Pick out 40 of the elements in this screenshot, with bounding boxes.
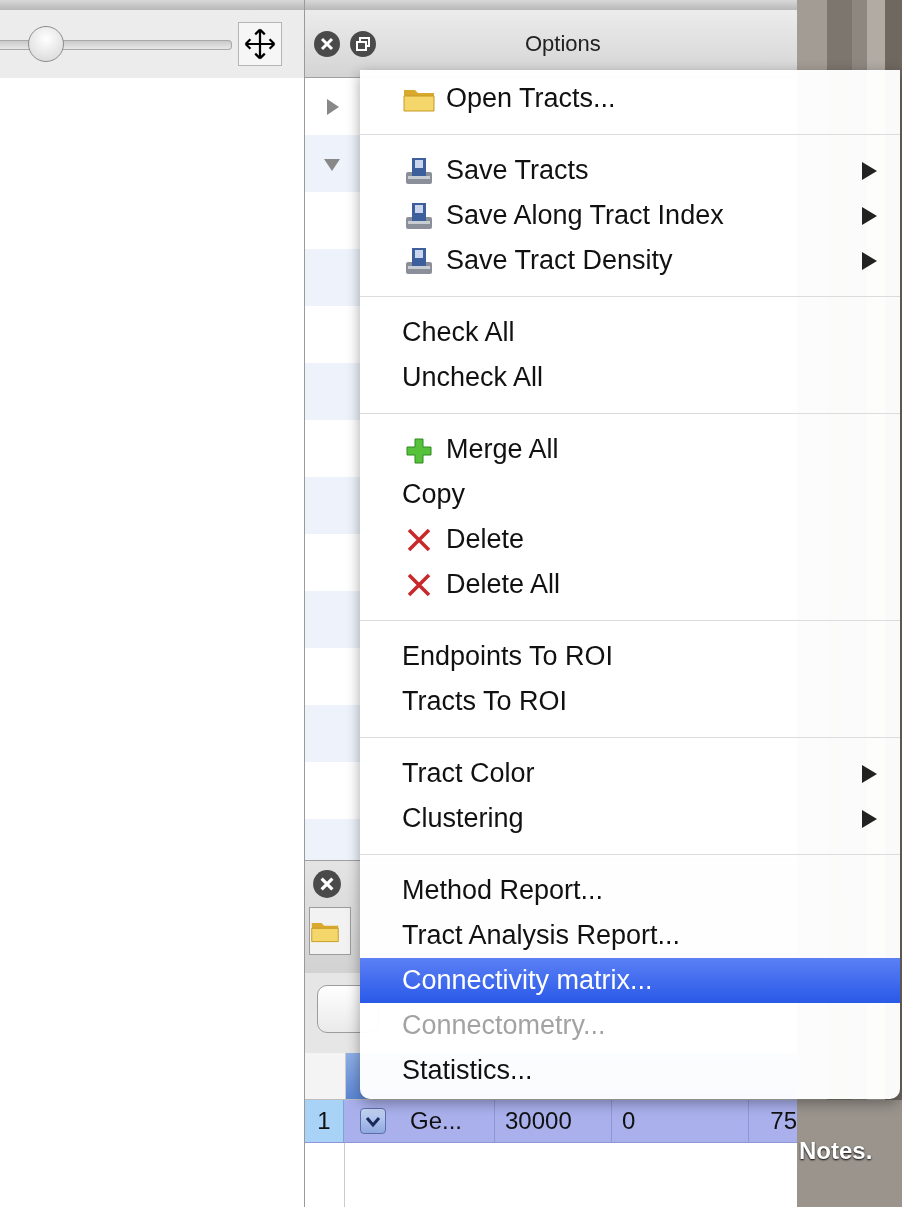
menu-item: Connectometry... bbox=[401, 1009, 607, 1042]
menu-item[interactable]: Merge All bbox=[360, 427, 900, 472]
slider-track[interactable] bbox=[0, 26, 232, 62]
close-icon[interactable] bbox=[312, 869, 342, 899]
menu-item[interactable]: Tract Color bbox=[360, 751, 900, 796]
table-cell-text: 75 bbox=[769, 1106, 797, 1136]
restore-icon[interactable] bbox=[349, 29, 377, 58]
menu-item[interactable]: Save Tract Density bbox=[360, 238, 900, 283]
submenu-arrow-icon bbox=[860, 808, 878, 829]
open-button[interactable] bbox=[309, 907, 351, 955]
menu-item[interactable]: Statistics... bbox=[360, 1048, 900, 1093]
menu-item[interactable]: Endpoints To ROI bbox=[360, 634, 900, 679]
menu-item[interactable]: Save Tracts bbox=[360, 148, 900, 193]
table-cell: 0 bbox=[612, 1100, 749, 1142]
slider-thumb[interactable] bbox=[28, 26, 65, 62]
move-icon bbox=[244, 28, 276, 60]
menu-item[interactable]: Save Along Tract Index bbox=[360, 193, 900, 238]
move-button[interactable] bbox=[238, 22, 282, 66]
table-cell: Ge... bbox=[406, 1100, 495, 1142]
menu-item[interactable]: Delete bbox=[360, 517, 900, 562]
panel-title: Options bbox=[525, 30, 601, 57]
table-row[interactable]: 1 Ge... 30000 0 75 bbox=[305, 1100, 797, 1143]
checkbox[interactable] bbox=[360, 1108, 386, 1134]
submenu-arrow-icon bbox=[860, 250, 878, 271]
submenu-arrow-icon bbox=[860, 205, 878, 226]
menu-item[interactable]: Copy bbox=[360, 472, 900, 517]
menu-item[interactable]: Uncheck All bbox=[360, 355, 900, 400]
menu-item[interactable]: Delete All bbox=[360, 562, 900, 607]
menu-item[interactable]: Tracts To ROI bbox=[360, 679, 900, 724]
menu-item[interactable]: Method Report... bbox=[360, 868, 900, 913]
menu-item[interactable]: Connectivity matrix... bbox=[360, 958, 900, 1003]
menu-item[interactable]: Tract Analysis Report... bbox=[360, 913, 900, 958]
table-cell: 30000 bbox=[495, 1100, 612, 1142]
row-number: 1 bbox=[305, 1100, 344, 1142]
menu-item[interactable]: Check All bbox=[360, 310, 900, 355]
close-icon[interactable] bbox=[313, 29, 341, 58]
menu-item[interactable]: Clustering bbox=[360, 796, 900, 841]
submenu-arrow-icon bbox=[860, 763, 878, 784]
submenu-arrow-icon bbox=[860, 160, 878, 181]
menu-item[interactable]: Open Tracts... bbox=[360, 76, 900, 121]
